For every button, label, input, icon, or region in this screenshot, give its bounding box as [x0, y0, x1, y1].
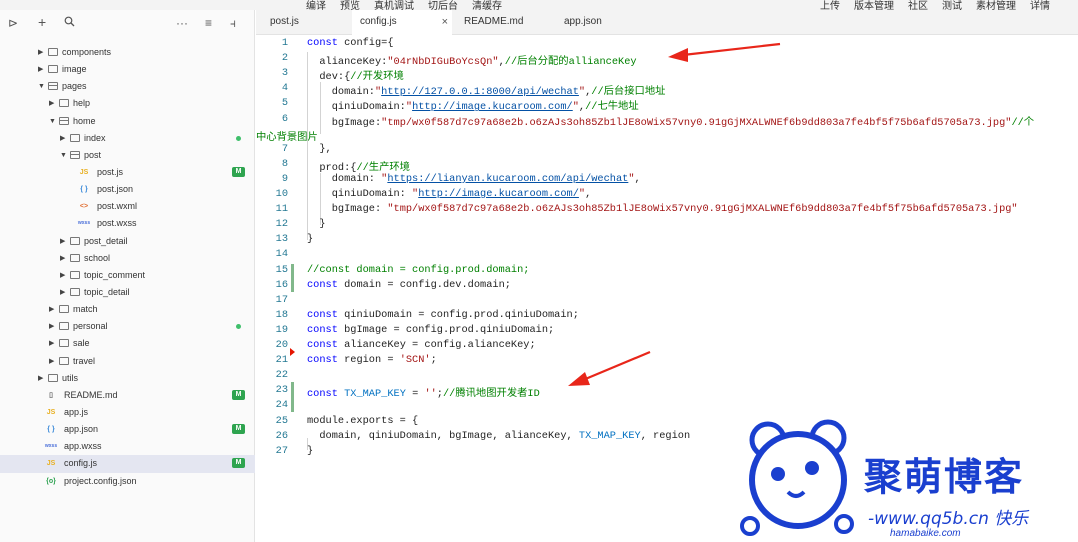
- annotation-arrow: [668, 42, 781, 62]
- logo-url-strip: hamabaike.com: [890, 528, 961, 539]
- logo-subtitle: -www.qq5b.cn 快乐: [868, 509, 1029, 529]
- bear-mascot-icon: [740, 419, 854, 536]
- logo-title: 聚萌博客: [864, 455, 1025, 499]
- watermark-logo: 聚萌博客 -www.qq5b.cn 快乐 hamabaike.com: [740, 418, 1078, 542]
- annotation-arrow: [568, 350, 651, 386]
